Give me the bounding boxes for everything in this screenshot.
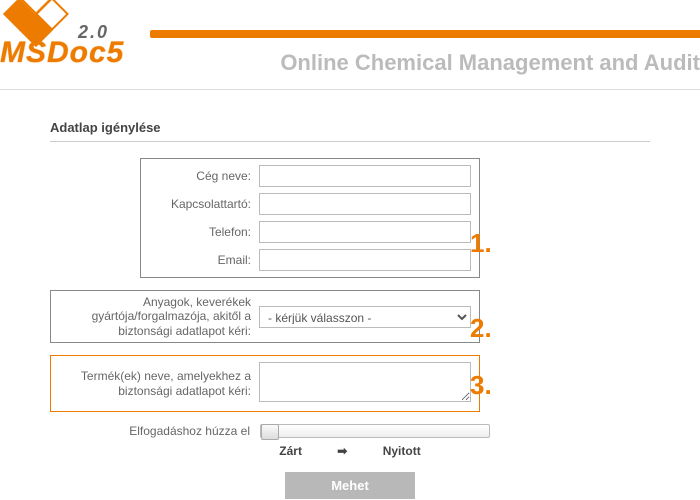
manufacturer-select[interactable]: - kérjük válasszon - bbox=[259, 306, 471, 328]
header: 2.0 MSDoc5 Online Chemical Management an… bbox=[0, 0, 700, 90]
contact-label: Kapcsolattartó: bbox=[149, 197, 259, 211]
email-label: Email: bbox=[149, 253, 259, 267]
tagline: Online Chemical Management and Audit bbox=[280, 50, 700, 76]
section-products: Termék(ek) neve, amelyekhez a biztonsági… bbox=[50, 355, 480, 412]
submit-button[interactable]: Mehet bbox=[285, 472, 415, 499]
accept-slider-row: Elfogadáshoz húzza el bbox=[50, 424, 650, 438]
section-manufacturer: Anyagok, keverékek gyártója/forgalmazója… bbox=[50, 290, 480, 343]
content: Adatlap igénylése 1. 2. 3. Cég neve: Kap… bbox=[0, 90, 700, 499]
logo-name: MSDoc5 bbox=[0, 36, 124, 69]
submit-row: Mehet bbox=[50, 472, 650, 499]
arrow-right-icon: ➡ bbox=[337, 444, 347, 458]
accept-slider[interactable] bbox=[260, 424, 490, 438]
slider-thumb[interactable] bbox=[261, 424, 279, 440]
phone-label: Telefon: bbox=[149, 225, 259, 239]
step-2-marker: 2. bbox=[470, 313, 492, 344]
phone-input[interactable] bbox=[259, 221, 471, 243]
company-label: Cég neve: bbox=[149, 169, 259, 183]
slider-state-row: Zárt ➡ Nyitott bbox=[50, 444, 650, 458]
company-input[interactable] bbox=[259, 165, 471, 187]
products-textarea[interactable] bbox=[259, 362, 471, 402]
manufacturer-label: Anyagok, keverékek gyártója/forgalmazója… bbox=[59, 295, 259, 338]
slider-label: Elfogadáshoz húzza el bbox=[50, 424, 260, 438]
request-form: 1. 2. 3. Cég neve: Kapcsolattartó: Telef… bbox=[50, 158, 650, 499]
slider-open-label: Nyitott bbox=[383, 444, 421, 458]
section-contact: Cég neve: Kapcsolattartó: Telefon: Email… bbox=[140, 158, 480, 278]
title-rule bbox=[50, 141, 650, 142]
step-1-marker: 1. bbox=[470, 228, 492, 259]
header-bar bbox=[150, 30, 700, 38]
contact-input[interactable] bbox=[259, 193, 471, 215]
email-input[interactable] bbox=[259, 249, 471, 271]
page-title: Adatlap igénylése bbox=[50, 120, 650, 135]
step-3-marker: 3. bbox=[470, 370, 492, 401]
slider-closed-label: Zárt bbox=[279, 444, 302, 458]
logo: MSDoc5 bbox=[0, 36, 124, 70]
products-label: Termék(ek) neve, amelyekhez a biztonsági… bbox=[59, 369, 259, 398]
